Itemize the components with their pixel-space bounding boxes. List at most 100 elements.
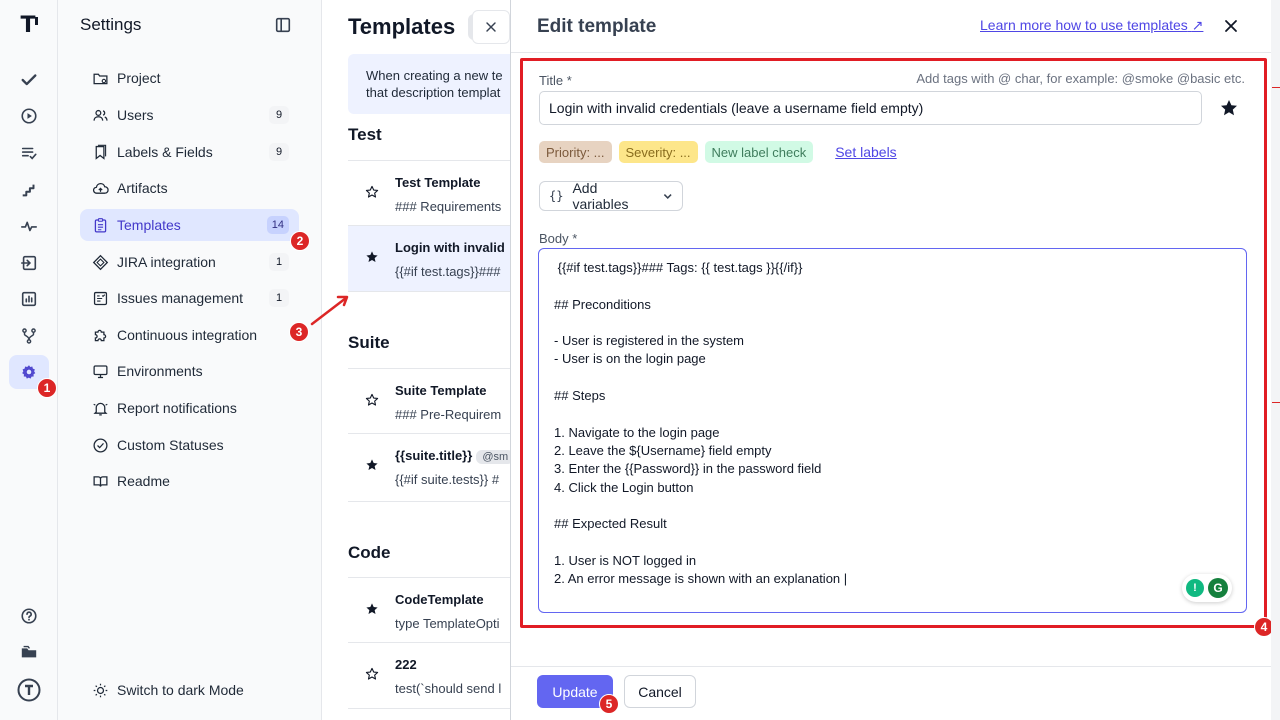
template-name: Login with invalid <box>395 240 505 255</box>
checkmark-icon[interactable] <box>9 63 49 97</box>
label-chip-priority[interactable]: Priority: ... <box>539 141 612 163</box>
template-row[interactable]: Test Template ### Requirements <box>348 160 512 226</box>
nav-readme[interactable]: Readme <box>80 465 299 497</box>
templates-list-panel: Templates When creating a new te that de… <box>322 0 512 720</box>
close-icon <box>486 22 496 32</box>
account-logo-icon[interactable] <box>9 673 49 707</box>
nav-label: Continuous integration <box>117 327 258 343</box>
book-icon <box>93 475 108 487</box>
section-test: Test <box>348 125 382 144</box>
nav-label: Artifacts <box>117 180 168 196</box>
template-name-text: {{suite.title}} <box>395 448 473 463</box>
users-icon <box>93 109 108 121</box>
bar-chart-icon[interactable] <box>9 282 49 316</box>
grammarly-icon: G <box>1208 578 1228 598</box>
star-outline-icon[interactable] <box>365 393 379 407</box>
info-line: When creating a new te <box>366 68 503 83</box>
play-circle-icon[interactable] <box>9 99 49 133</box>
stairs-icon[interactable] <box>9 173 49 207</box>
title-input[interactable] <box>539 91 1202 125</box>
left-rail: T <box>0 0 58 720</box>
sidebar-collapse-icon[interactable] <box>274 16 292 34</box>
cloud-upload-icon <box>92 182 109 194</box>
nav-count: 9 <box>269 106 289 124</box>
pulse-icon[interactable] <box>9 209 49 243</box>
template-preview: {{#if suite.tests}} # <box>395 472 500 487</box>
body-line <box>554 405 1231 423</box>
background-edge <box>1271 0 1280 720</box>
nav-label: Labels & Fields <box>117 144 213 160</box>
nav-users[interactable]: Users 9 <box>80 99 299 131</box>
chevron-down-icon <box>663 194 672 199</box>
body-line: {{#if test.tags}}### Tags: {{ test.tags … <box>554 260 803 275</box>
template-tag-chip: @sm <box>476 450 512 464</box>
nav-templates[interactable]: Templates 14 <box>80 209 299 241</box>
annotation-marker-1: 1 <box>37 378 57 398</box>
close-icon[interactable] <box>1221 16 1241 36</box>
star-filled-icon[interactable] <box>365 602 379 616</box>
star-filled-icon[interactable] <box>365 250 379 264</box>
annotation-marker-5: 5 <box>599 694 619 714</box>
panel-title: Edit template <box>537 16 657 37</box>
template-row[interactable]: Suite Template ### Pre-Requirem <box>348 368 512 434</box>
nav-count: 1 <box>269 289 289 307</box>
star-filled-icon[interactable] <box>365 458 379 472</box>
template-name: Suite Template <box>395 383 487 398</box>
nav-jira-integration[interactable]: JIRA integration 1 <box>80 246 299 278</box>
template-preview: ### Pre-Requirem <box>395 407 502 422</box>
nav-artifacts[interactable]: Artifacts <box>80 172 299 204</box>
star-outline-icon[interactable] <box>365 667 379 681</box>
add-variables-label: Add variables <box>572 180 629 212</box>
settings-title: Settings <box>80 15 142 34</box>
nav-project[interactable]: Project <box>80 62 299 94</box>
template-row[interactable]: 222 test(`should send l <box>348 643 512 709</box>
monitor-icon <box>93 364 108 378</box>
jira-icon <box>92 254 109 270</box>
body-line <box>554 314 1231 332</box>
body-line: ## Steps <box>554 388 606 404</box>
nav-custom-statuses[interactable]: Custom Statuses <box>80 429 299 461</box>
cancel-button[interactable]: Cancel <box>624 675 696 708</box>
puzzle-icon <box>94 329 107 341</box>
close-list-button[interactable] <box>472 10 510 44</box>
nav-label: JIRA integration <box>117 254 216 270</box>
footer-divider <box>511 666 1280 667</box>
learn-more-link[interactable]: Learn more how to use templates ↗ <box>980 17 1203 34</box>
help-circle-icon[interactable] <box>9 599 49 633</box>
template-preview: {{#if test.tags}}### <box>395 264 501 279</box>
nav-report-notifications[interactable]: Report notifications <box>80 392 299 424</box>
nav-label: Environments <box>117 363 203 379</box>
star-outline-icon[interactable] <box>365 185 379 199</box>
star-filled-icon[interactable] <box>1219 98 1239 118</box>
templates-title: Templates <box>348 14 456 39</box>
body-line: ## Expected Result <box>554 516 667 532</box>
nav-continuous-integration[interactable]: Continuous integration <box>80 319 299 351</box>
folder-icon[interactable] <box>9 635 49 669</box>
logo-icon[interactable]: T <box>9 8 49 42</box>
template-preview: ### Requirements <box>395 199 502 214</box>
nav-count: 9 <box>269 143 289 161</box>
dark-mode-toggle[interactable]: Switch to dark Mode <box>80 674 299 706</box>
set-labels-link[interactable]: Set labels <box>835 144 896 160</box>
nav-environments[interactable]: Environments <box>80 355 299 387</box>
nav-count: 1 <box>269 253 289 271</box>
grammarly-widget[interactable]: ! G <box>1182 574 1232 602</box>
add-variables-button[interactable]: {} Add variables <box>539 180 683 212</box>
body-line <box>554 369 1231 387</box>
dark-mode-label: Switch to dark Mode <box>117 682 244 698</box>
nav-issues-management[interactable]: Issues management 1 <box>80 282 299 314</box>
template-row[interactable]: {{suite.title}} @sm {{#if suite.tests}} # <box>348 434 512 502</box>
info-line: that description templat <box>366 85 501 100</box>
body-textarea[interactable]: {{#if test.tags}}### Tags: {{ test.tags … <box>538 248 1247 613</box>
annotation-marker-3: 3 <box>289 322 309 342</box>
template-row[interactable]: CodeTemplate type TemplateOpti <box>348 577 512 643</box>
template-row-selected[interactable]: Login with invalid {{#if test.tags}}### <box>348 226 512 292</box>
label-chip-new-label-check[interactable]: New label check <box>704 141 814 163</box>
label-chip-severity[interactable]: Severity: ... <box>618 141 698 163</box>
branch-icon[interactable] <box>9 319 49 353</box>
bell-icon <box>93 402 108 416</box>
list-check-icon[interactable] <box>9 136 49 170</box>
import-icon[interactable] <box>9 246 49 280</box>
nav-labels-fields[interactable]: Labels & Fields 9 <box>80 136 299 168</box>
body-line: - User is registered in the system <box>554 333 745 349</box>
